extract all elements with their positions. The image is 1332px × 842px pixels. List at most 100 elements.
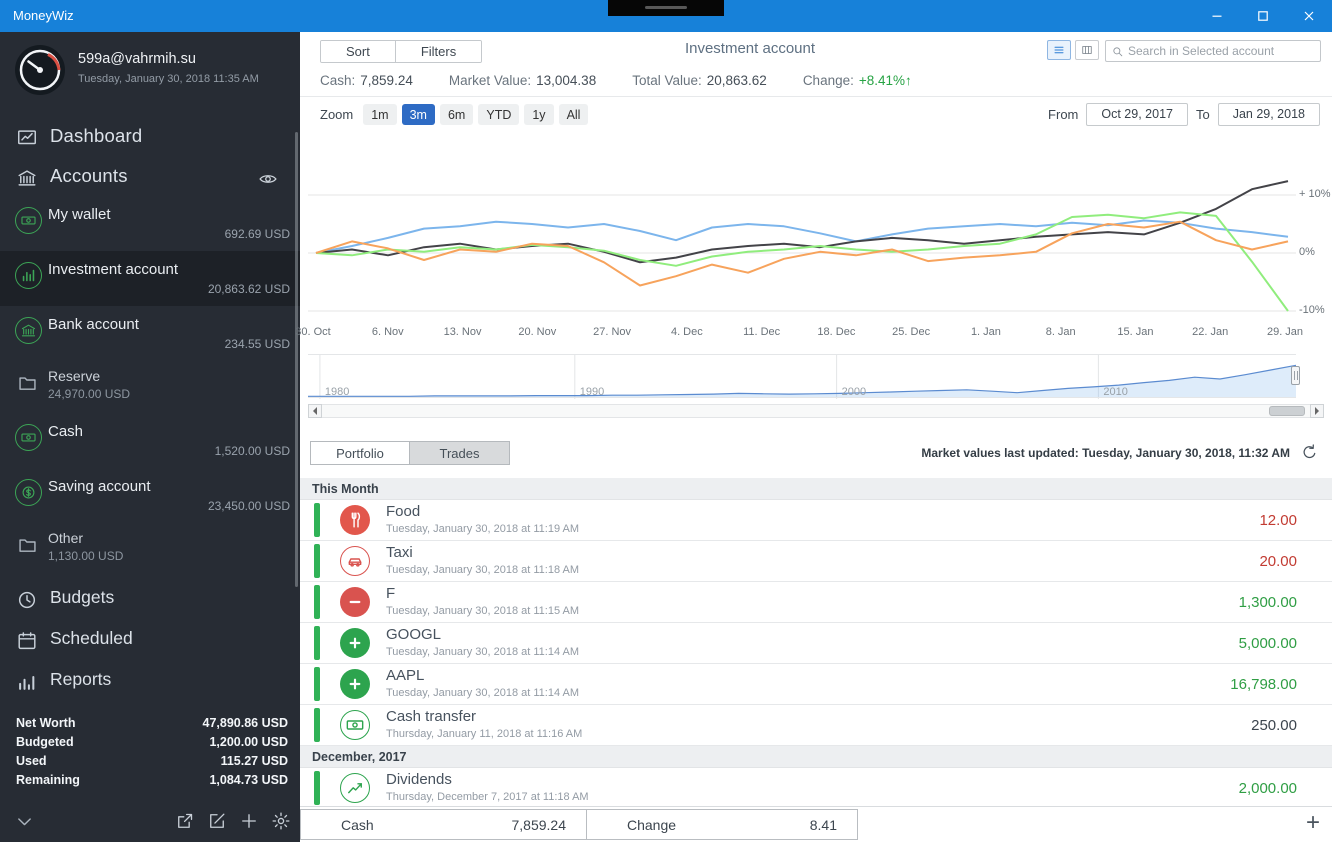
navigator-handle[interactable]	[1291, 366, 1300, 385]
sidebar: 599a@vahrmih.su Tuesday, January 30, 201…	[0, 32, 300, 842]
from-date-input[interactable]: Oct 29, 2017	[1086, 103, 1188, 126]
user-profile[interactable]: 599a@vahrmih.su Tuesday, January 30, 201…	[14, 42, 292, 106]
transaction-row-food[interactable]: Food Tuesday, January 30, 2018 at 11:19 A…	[300, 500, 1332, 541]
transaction-status-bar	[314, 585, 320, 619]
sidebar-item-budgets[interactable]: Budgets	[0, 580, 300, 621]
from-label: From	[1048, 107, 1079, 122]
stat-label: Market Value:	[448, 72, 532, 88]
maximize-button[interactable]	[1240, 0, 1286, 32]
summary-value: 115.27 USD	[220, 754, 288, 768]
close-button[interactable]	[1286, 0, 1332, 32]
summary-remaining: Remaining 1,084.73 USD	[16, 771, 288, 790]
dashboard-icon	[16, 127, 38, 149]
transaction-row-googl[interactable]: GOOGL Tuesday, January 30, 2018 at 11:14 …	[300, 623, 1332, 664]
transaction-row-taxi[interactable]: Taxi Tuesday, January 30, 2018 at 11:18 A…	[300, 541, 1332, 582]
page-title: Investment account	[684, 40, 816, 57]
export-icon[interactable]	[175, 811, 195, 831]
settings-icon[interactable]	[271, 811, 291, 831]
stat-market-value: Market Value: 13,004.38	[449, 73, 596, 88]
navigator-chart[interactable]: 1980 1990 2000 2010	[308, 354, 1296, 399]
transaction-row-cash-transfer[interactable]: Cash transfer Thursday, January 11, 2018 …	[300, 705, 1332, 746]
x-axis-label: 15. Jan	[1117, 326, 1154, 338]
sidebar-account-investment-account[interactable]: Investment account 20,863.62 USD	[0, 251, 300, 306]
transaction-row-dividends[interactable]: Dividends Thursday, December 7, 2017 at 1…	[300, 768, 1332, 806]
zoom-all-button[interactable]: All	[558, 104, 589, 125]
sidebar-nav: Budgets Scheduled Reports	[0, 580, 300, 703]
search-input[interactable]	[1128, 42, 1316, 60]
sidebar-account-other[interactable]: Other 1,130.00 USD	[0, 523, 300, 575]
filters-button[interactable]: Filters	[394, 41, 482, 62]
sidebar-account-reserve[interactable]: Reserve 24,970.00 USD	[0, 361, 300, 413]
scroll-left-button[interactable]	[308, 404, 322, 418]
transaction-status-bar	[314, 503, 320, 537]
sidebar-item-accounts[interactable]: Accounts	[0, 158, 300, 198]
sidebar-scrollbar[interactable]	[295, 132, 298, 587]
footer-cash-box[interactable]: Cash 7,859.24	[300, 809, 587, 840]
sidebar-account-saving-account[interactable]: Saving account 23,450.00 USD	[0, 468, 300, 523]
main-toolbar: Sort Filters Investment account	[300, 32, 1332, 64]
transaction-status-bar	[314, 626, 320, 660]
search-box[interactable]	[1105, 40, 1321, 62]
account-balance: 20,863.62 USD	[207, 282, 290, 296]
to-date-input[interactable]: Jan 29, 2018	[1217, 103, 1320, 126]
zoom-3m-button[interactable]: 3m	[401, 104, 435, 125]
column-view-button[interactable]	[1075, 40, 1099, 60]
zoom-ytd-button[interactable]: YTD	[478, 104, 520, 125]
x-axis-label: 20. Nov	[518, 326, 557, 338]
sidebar-account-bank-account[interactable]: Bank account 234.55 USD	[0, 306, 300, 361]
sidebar-item-reports[interactable]: Reports	[0, 662, 300, 703]
transaction-row-f[interactable]: F Tuesday, January 30, 2018 at 11:15 AM 1,…	[300, 582, 1332, 623]
x-axis-label: 27. Nov	[593, 326, 632, 338]
scroll-right-button[interactable]	[1310, 404, 1324, 418]
banknote-icon	[15, 207, 42, 234]
account-balance: 1,520.00 USD	[214, 444, 290, 458]
date-range: From Oct 29, 2017 To Jan 29, 2018	[1048, 103, 1320, 126]
bank-icon	[15, 317, 42, 344]
search-icon	[1111, 45, 1124, 58]
summary-budgeted: Budgeted 1,200.00 USD	[16, 733, 288, 752]
add-transaction-button[interactable]: +	[1306, 809, 1320, 837]
sort-button[interactable]: Sort	[321, 41, 395, 62]
performance-chart[interactable]	[308, 132, 1296, 324]
summary-value: 1,084.73 USD	[209, 773, 288, 787]
footer-change-box[interactable]: Change 8.41	[586, 809, 858, 840]
sidebar-account-cash[interactable]: Cash 1,520.00 USD	[0, 413, 300, 468]
zoom-1y-button[interactable]: 1y	[524, 104, 554, 125]
transaction-row-aapl[interactable]: AAPL Tuesday, January 30, 2018 at 11:14 A…	[300, 664, 1332, 705]
scrollbar-thumb[interactable]	[1269, 406, 1305, 416]
dividends-icon	[340, 773, 370, 803]
edit-icon[interactable]	[207, 811, 227, 831]
tab-trades[interactable]: Trades	[410, 441, 510, 465]
tab-portfolio[interactable]: Portfolio	[310, 441, 410, 465]
transaction-name: Taxi	[386, 544, 413, 561]
x-axis-label: 6. Nov	[371, 326, 404, 338]
zoom-1m-button[interactable]: 1m	[363, 104, 397, 125]
minimize-button[interactable]	[1194, 0, 1240, 32]
sidebar-item-scheduled[interactable]: Scheduled	[0, 621, 300, 662]
list-view-button[interactable]	[1047, 40, 1071, 60]
transaction-amount: 2,000.00	[1238, 780, 1297, 797]
x-axis-label: 18. Dec	[817, 326, 856, 338]
sidebar-item-dashboard[interactable]: Dashboard	[0, 118, 300, 158]
collapse-sidebar-button[interactable]	[14, 811, 35, 832]
transaction-status-bar	[314, 771, 320, 805]
add-account-button[interactable]	[239, 811, 259, 831]
transaction-name: Cash transfer	[386, 708, 477, 725]
scrollbar-track[interactable]	[322, 404, 1310, 418]
stat-value: 13,004.38	[536, 72, 597, 88]
to-label: To	[1195, 107, 1210, 122]
sidebar-account-my-wallet[interactable]: My wallet 692.69 USD	[0, 196, 300, 251]
zoom-6m-button[interactable]: 6m	[439, 104, 474, 125]
refresh-icon[interactable]	[1300, 443, 1319, 462]
range-selector: Zoom 1m 3m 6m YTD 1y All From Oct 29, 2017 To…	[300, 97, 1332, 132]
summary-label: Remaining	[16, 773, 80, 787]
transaction-name: F	[386, 585, 396, 602]
account-balance: 234.55 USD	[224, 337, 290, 351]
stat-cash: Cash: 7,859.24	[320, 73, 413, 88]
account-name: Cash	[48, 423, 84, 440]
eye-icon[interactable]	[258, 169, 278, 189]
transaction-date: Tuesday, January 30, 2018 at 11:14 AM	[386, 646, 580, 658]
portfolio-trades-tabs: Portfolio Trades	[310, 441, 510, 465]
transaction-name: Dividends	[386, 771, 452, 788]
account-name: Saving account	[48, 478, 151, 495]
